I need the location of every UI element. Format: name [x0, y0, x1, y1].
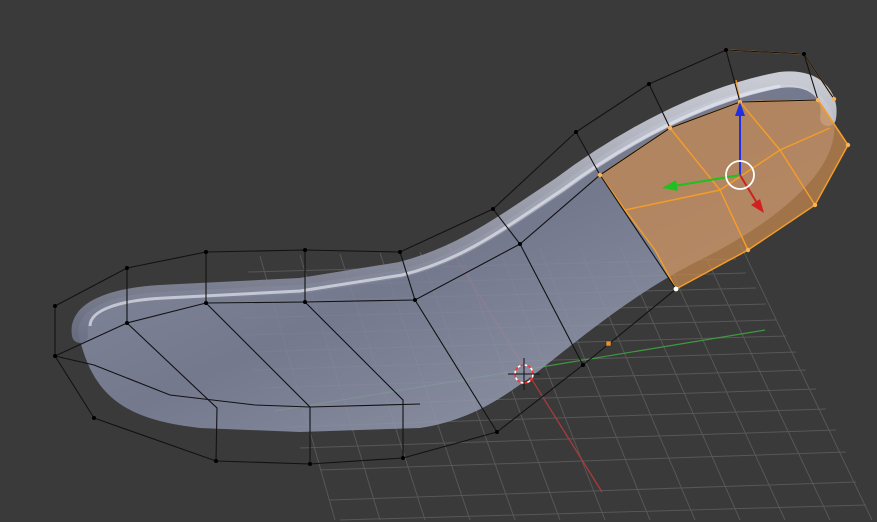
- viewport-canvas[interactable]: [0, 0, 877, 522]
- 3d-viewport[interactable]: [0, 0, 877, 522]
- object-origin[interactable]: [605, 340, 612, 347]
